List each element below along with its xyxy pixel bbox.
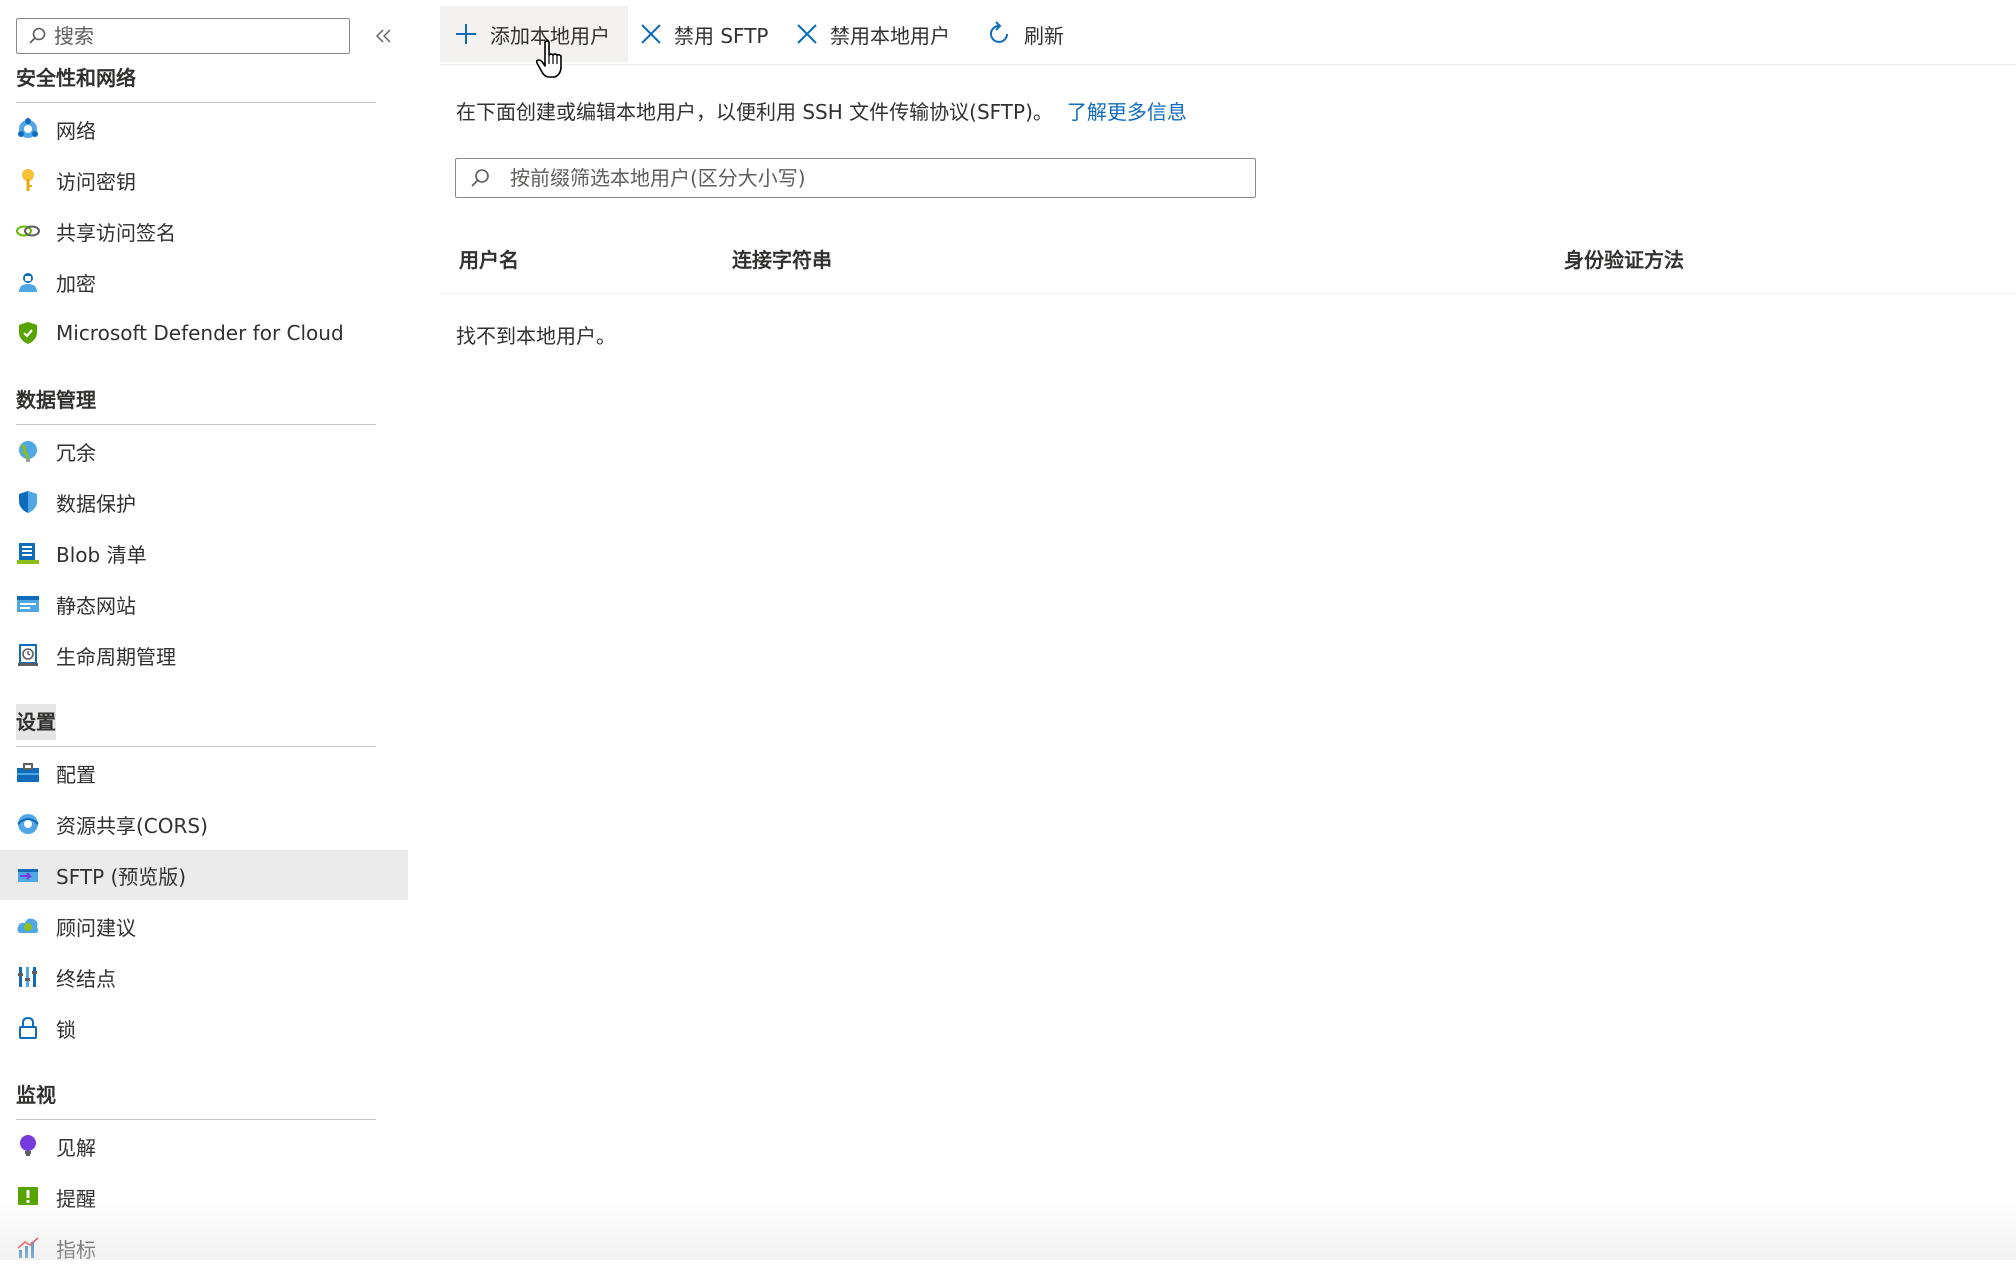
sidebar-item-insights[interactable]: 见解 <box>0 1121 408 1171</box>
intro-description: 在下面创建或编辑本地用户，以便利用 SSH 文件传输协议(SFTP)。 <box>456 100 1053 124</box>
column-header-connection-string[interactable]: 连接字符串 <box>732 244 832 273</box>
filter-box[interactable] <box>455 158 1256 198</box>
resource-menu: 安全性和网络 网络 访问密钥 共享访问签名 加密 Microsoft Defen… <box>0 0 408 1262</box>
link-icon <box>16 219 40 243</box>
disable-local-users-button[interactable]: 禁用本地用户 <box>782 6 962 62</box>
empty-state-message: 找不到本地用户。 <box>456 324 616 348</box>
section-monitoring: 监视 <box>16 1083 56 1107</box>
sidebar-item-label: Blob 清单 <box>56 542 147 567</box>
add-local-user-button[interactable]: 添加本地用户 <box>440 6 628 62</box>
sidebar-item-label: 加密 <box>56 271 96 296</box>
sidebar-item-locks[interactable]: 锁 <box>0 1003 408 1053</box>
refresh-label: 刷新 <box>1024 23 1064 48</box>
inventory-icon <box>16 541 40 565</box>
refresh-icon <box>990 21 1008 43</box>
menu-search-input[interactable] <box>54 24 334 48</box>
sidebar-item-label: 冗余 <box>56 440 96 465</box>
sidebar-item-metrics[interactable]: 指标 <box>0 1223 408 1273</box>
sidebar-item-label: 生命周期管理 <box>56 644 176 669</box>
sidebar-item-defender[interactable]: Microsoft Defender for Cloud <box>0 308 408 358</box>
collapse-menu-button[interactable] <box>372 24 396 48</box>
sidebar-item-encryption[interactable]: 加密 <box>0 257 408 307</box>
plus-icon <box>456 24 476 44</box>
table-header-divider <box>440 293 2016 294</box>
disable-sftp-label: 禁用 SFTP <box>674 23 769 48</box>
disable-local-users-label: 禁用本地用户 <box>830 23 950 48</box>
column-header-auth-method[interactable]: 身份验证方法 <box>1564 244 1684 273</box>
sidebar-item-label: 提醒 <box>56 1186 96 1211</box>
sidebar-item-label: 资源共享(CORS) <box>56 813 208 838</box>
sidebar-item-label: 顾问建议 <box>56 915 136 940</box>
shield-icon <box>16 321 40 345</box>
column-header-username[interactable]: 用户名 <box>459 244 519 273</box>
sidebar-item-label: 终结点 <box>56 966 116 991</box>
section-divider <box>16 1119 376 1120</box>
hand-pointer-icon <box>535 40 564 84</box>
sidebar-item-data-protection[interactable]: 数据保护 <box>0 477 408 527</box>
toolbox-icon <box>16 761 40 785</box>
key-icon <box>16 168 40 192</box>
search-icon <box>29 27 46 44</box>
network-icon <box>16 117 40 141</box>
lifecycle-icon <box>16 643 40 667</box>
padlock-icon <box>16 1016 40 1040</box>
sidebar-item-advisor[interactable]: 顾问建议 <box>0 901 408 951</box>
sidebar-item-label: 静态网站 <box>56 593 136 618</box>
section-divider <box>16 102 376 103</box>
sidebar-item-access-keys[interactable]: 访问密钥 <box>0 155 408 205</box>
alert-icon <box>16 1185 40 1209</box>
sidebar-item-label: Microsoft Defender for Cloud <box>56 321 344 345</box>
sidebar-item-static-website[interactable]: 静态网站 <box>0 579 408 629</box>
sidebar-item-redundancy[interactable]: 冗余 <box>0 426 408 476</box>
website-icon <box>16 592 40 616</box>
section-settings: 设置 <box>16 704 376 740</box>
section-security-networking: 安全性和网络 <box>16 66 136 90</box>
sidebar-item-cors[interactable]: 资源共享(CORS) <box>0 799 408 849</box>
sidebar-item-label: 配置 <box>56 762 96 787</box>
section-data-management: 数据管理 <box>16 388 96 412</box>
sidebar-item-label: 数据保护 <box>56 491 136 516</box>
sidebar-item-blob-inventory[interactable]: Blob 清单 <box>0 528 408 578</box>
sidebar-item-sftp[interactable]: SFTP (预览版) <box>0 850 408 900</box>
sidebar-item-label: 锁 <box>56 1017 76 1042</box>
section-settings-label: 设置 <box>16 704 56 740</box>
sftp-icon <box>16 863 40 887</box>
sidebar-item-alerts[interactable]: 提醒 <box>0 1172 408 1222</box>
close-icon <box>641 24 661 44</box>
sidebar-item-label: 访问密钥 <box>56 169 136 194</box>
search-icon <box>471 169 489 187</box>
sidebar-item-label: 网络 <box>56 118 96 143</box>
sidebar-item-label: 共享访问签名 <box>56 220 176 245</box>
disable-sftp-button[interactable]: 禁用 SFTP <box>628 6 776 62</box>
refresh-button[interactable]: 刷新 <box>972 6 1082 62</box>
filter-input[interactable] <box>510 166 1230 190</box>
shield-half-icon <box>16 490 40 514</box>
double-chevron-left-icon <box>376 29 391 43</box>
globe-icon <box>16 439 40 463</box>
advisor-icon <box>16 914 40 938</box>
menu-search-box[interactable] <box>16 18 350 54</box>
cors-icon <box>16 812 40 836</box>
section-divider <box>16 746 376 747</box>
sidebar-item-label: 指标 <box>56 1237 96 1262</box>
intro-text: 在下面创建或编辑本地用户，以便利用 SSH 文件传输协议(SFTP)。 了解更多信… <box>456 96 1187 125</box>
sidebar-item-label: 见解 <box>56 1135 96 1160</box>
endpoints-icon <box>16 965 40 989</box>
sidebar-item-configuration[interactable]: 配置 <box>0 748 408 798</box>
bulb-icon <box>16 1134 40 1158</box>
sidebar-item-endpoints[interactable]: 终结点 <box>0 952 408 1002</box>
sidebar-item-shared-access-signature[interactable]: 共享访问签名 <box>0 206 408 256</box>
sidebar-item-lifecycle[interactable]: 生命周期管理 <box>0 630 408 680</box>
metrics-icon <box>16 1236 40 1260</box>
sidebar-item-label: SFTP (预览版) <box>56 864 187 889</box>
learn-more-link[interactable]: 了解更多信息 <box>1067 100 1187 124</box>
section-divider <box>16 424 376 425</box>
sidebar-item-networking[interactable]: 网络 <box>0 104 408 154</box>
close-icon <box>797 24 817 44</box>
lock-person-icon <box>16 270 40 294</box>
